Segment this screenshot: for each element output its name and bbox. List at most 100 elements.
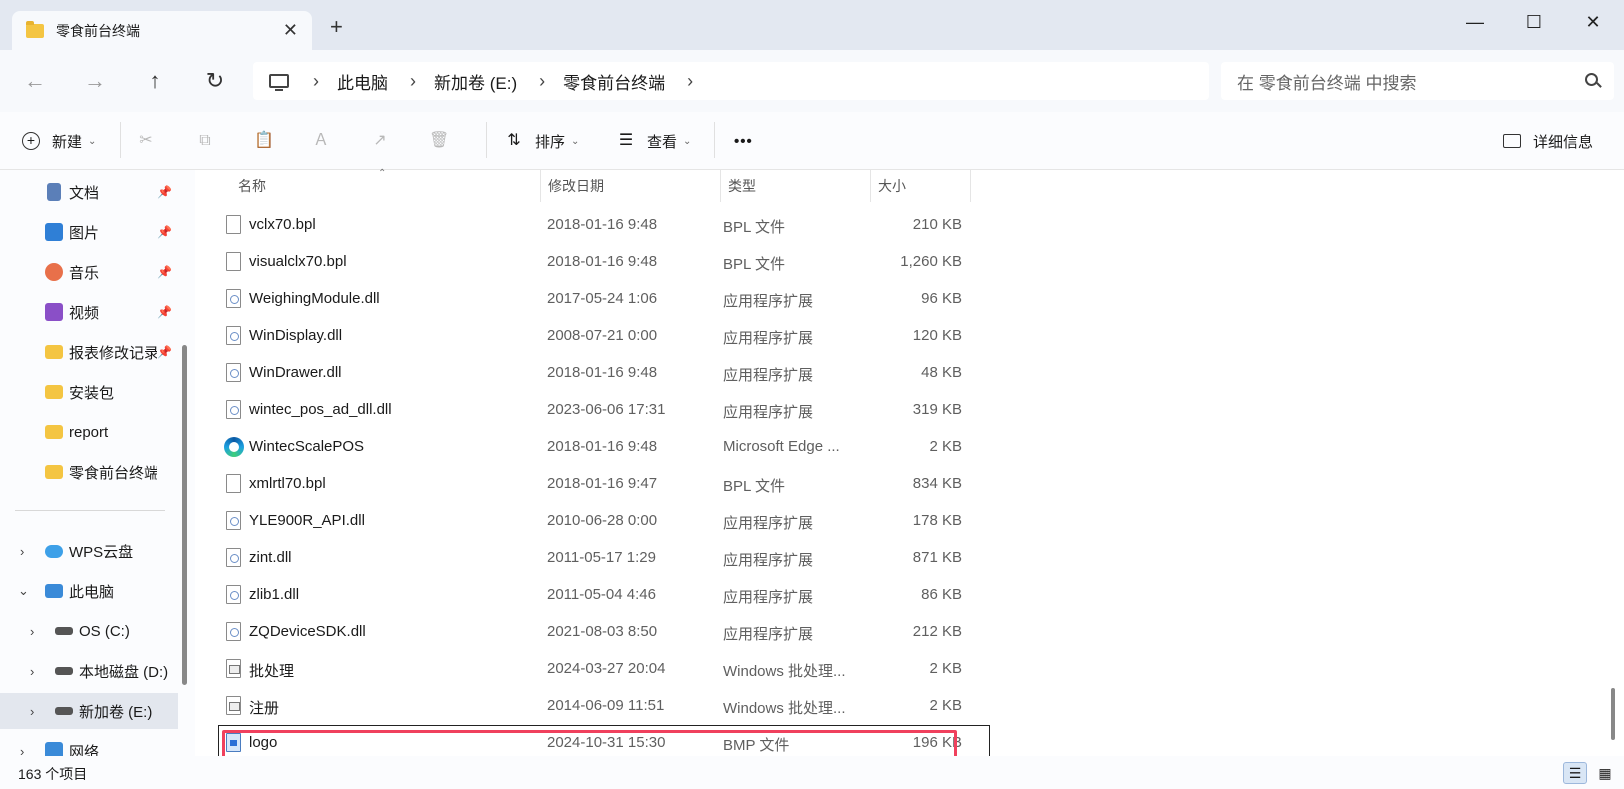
file-row[interactable]: vclx70.bpl 2018-01-16 9:48 BPL 文件 210 KB [195, 207, 1624, 243]
file-row[interactable]: WinDrawer.dll 2018-01-16 9:48 应用程序扩展 48 KB [195, 355, 1624, 391]
file-row[interactable]: WintecScalePOS 2018-01-16 9:48 Microsoft E… [195, 429, 1624, 465]
details-view-button[interactable]: ☰ [1563, 762, 1587, 784]
delete-button[interactable]: 🗑 [429, 126, 459, 156]
file-size: 210 KB [912, 216, 962, 233]
file-row[interactable]: wintec_pos_ad_dll.dll 2023-06-06 17:31 应用程… [195, 392, 1624, 428]
file-type: BMP 文件 [723, 737, 790, 754]
file-list-scrollbar[interactable] [1611, 688, 1615, 740]
more-options-button[interactable]: ••• [734, 126, 753, 156]
column-divider[interactable] [720, 170, 721, 202]
sidebar-item-drive-e[interactable]: › 新加卷 (E:) [0, 693, 178, 729]
column-divider[interactable] [970, 170, 971, 202]
new-tab-button[interactable]: + [330, 16, 343, 38]
forward-button[interactable]: → [78, 64, 112, 98]
rename-icon: Ａ [312, 132, 329, 149]
image-file-icon [226, 733, 241, 752]
address-bar[interactable]: › 此电脑 › 新加卷 (E:) › 零食前台终端 › [253, 62, 1209, 100]
chevron-right-icon[interactable]: › [30, 664, 34, 679]
file-type: 应用程序扩展 [723, 330, 814, 347]
file-row[interactable]: visualclx70.bpl 2018-01-16 9:48 BPL 文件 1,26… [195, 244, 1624, 280]
tiles-view-button[interactable]: ▦ [1593, 762, 1617, 784]
share-button[interactable]: ↗ [371, 126, 401, 156]
cut-button[interactable]: ✂ [137, 126, 167, 156]
column-header-type[interactable]: 类型 [728, 170, 756, 202]
tab-current-folder[interactable]: 零食前台终端 ✕ [12, 11, 312, 50]
sidebar-item-drive-c[interactable]: › OS (C:) [0, 613, 178, 649]
tab-title: 零食前台终端 [56, 22, 140, 39]
file-date: 2024-10-31 15:30 [547, 734, 666, 751]
minimize-button[interactable]: — [1457, 8, 1493, 36]
details-pane-button[interactable]: 详细信息 [1503, 126, 1593, 156]
paste-button[interactable]: 📋 [254, 126, 284, 156]
chevron-down-icon[interactable]: ⌄ [18, 583, 29, 599]
column-header-size[interactable]: 大小 [878, 170, 906, 202]
file-row[interactable]: YLE900R_API.dll 2010-06-28 0:00 应用程序扩展 178 … [195, 503, 1624, 539]
drive-icon [55, 627, 73, 635]
status-bar: 163 个项目 ☰ ▦ [0, 756, 1624, 789]
breadcrumb-drive-e[interactable]: 新加卷 (E:) [434, 69, 517, 94]
chevron-right-icon[interactable]: › [30, 704, 34, 719]
sidebar-item-pictures[interactable]: 图片 📌 [0, 214, 178, 250]
sort-label: 排序 [535, 133, 566, 151]
file-row[interactable]: WinDisplay.dll 2008-07-21 0:00 应用程序扩展 120 K… [195, 318, 1624, 354]
sort-button[interactable]: ⇅ 排序 ⌄ [505, 126, 579, 156]
column-divider[interactable] [540, 170, 541, 202]
file-row[interactable]: ZQDeviceSDK.dll 2021-08-03 8:50 应用程序扩展 212 … [195, 614, 1624, 650]
file-date: 2021-08-03 8:50 [547, 623, 658, 640]
chevron-right-icon[interactable]: › [539, 71, 545, 92]
file-size: 319 KB [912, 401, 962, 418]
sidebar-item-wps-cloud[interactable]: › WPS云盘 [0, 533, 178, 569]
file-row[interactable]: zint.dll 2011-05-17 1:29 应用程序扩展 871 KB [195, 540, 1624, 576]
chevron-right-icon[interactable]: › [313, 71, 319, 92]
details-label: 详细信息 [1533, 133, 1594, 151]
toolbar-divider [714, 122, 715, 158]
folder-icon [26, 20, 44, 38]
sidebar-item-videos[interactable]: 视频 📌 [0, 294, 178, 330]
back-button[interactable]: ← [18, 64, 52, 98]
file-size: 2 KB [929, 660, 962, 677]
file-row[interactable]: 批处理 2024-03-27 20:04 Windows 批处理... 2 KB [195, 651, 1624, 687]
rename-button[interactable]: Ａ [312, 126, 342, 156]
sidebar-item-installers[interactable]: 安装包 [0, 374, 178, 410]
column-divider[interactable] [870, 170, 871, 202]
sidebar-item-this-pc[interactable]: ⌄ 此电脑 [0, 573, 178, 609]
refresh-button[interactable]: ↻ [198, 64, 232, 98]
file-size: 196 KB [912, 734, 962, 751]
chevron-right-icon[interactable]: › [687, 71, 693, 92]
share-icon: ↗ [373, 132, 387, 149]
search-input[interactable]: 在 零食前台终端 中搜索 [1221, 62, 1614, 100]
tab-close-button[interactable]: ✕ [283, 20, 298, 41]
file-type: Windows 批处理... [723, 700, 846, 717]
pin-icon: 📌 [157, 305, 172, 319]
title-bar: 零食前台终端 ✕ + — ☐ ✕ [0, 0, 1624, 50]
scissors-icon: ✂ [139, 132, 153, 149]
up-button[interactable]: ↑ [138, 64, 172, 98]
file-row[interactable]: WeighingModule.dll 2017-05-24 1:06 应用程序扩展 9… [195, 281, 1624, 317]
chevron-right-icon[interactable]: › [20, 544, 24, 559]
breadcrumb-this-pc[interactable]: 此电脑 [337, 69, 388, 94]
maximize-button[interactable]: ☐ [1516, 8, 1552, 36]
file-name: ZQDeviceSDK.dll [249, 623, 366, 640]
copy-button[interactable]: ⧉ [196, 126, 226, 156]
chevron-right-icon[interactable]: › [30, 624, 34, 639]
file-type: BPL 文件 [723, 219, 785, 236]
file-row[interactable]: 注册 2014-06-09 11:51 Windows 批处理... 2 KB [195, 688, 1624, 724]
file-size: 871 KB [912, 549, 962, 566]
file-row[interactable]: zlib1.dll 2011-05-04 4:46 应用程序扩展 86 KB [195, 577, 1624, 613]
new-button[interactable]: + 新建 ⌄ [22, 126, 96, 156]
close-window-button[interactable]: ✕ [1575, 8, 1611, 36]
sidebar-item-music[interactable]: 音乐 📌 [0, 254, 178, 290]
file-row[interactable]: xmlrtl70.bpl 2018-01-16 9:47 BPL 文件 834 KB [195, 466, 1624, 502]
chevron-right-icon[interactable]: › [410, 71, 416, 92]
sidebar-item-snack-terminal[interactable]: 零食前台终端 [0, 454, 178, 490]
column-header-date[interactable]: 修改日期 [548, 170, 604, 202]
sidebar-item-drive-d[interactable]: › 本地磁盘 (D:) [0, 653, 178, 689]
breadcrumb-current-folder[interactable]: 零食前台终端 [563, 69, 665, 94]
view-button[interactable]: ☰ 查看 ⌄ [617, 126, 692, 156]
file-size: 178 KB [912, 512, 962, 529]
sidebar-item-report-log[interactable]: 报表修改记录 📌 [0, 334, 178, 370]
sidebar-item-documents[interactable]: 文档 📌 [0, 174, 178, 210]
sidebar-scrollbar[interactable] [182, 345, 187, 685]
column-header-name[interactable]: 名称 [238, 170, 266, 202]
sidebar-item-report[interactable]: report [0, 414, 178, 450]
